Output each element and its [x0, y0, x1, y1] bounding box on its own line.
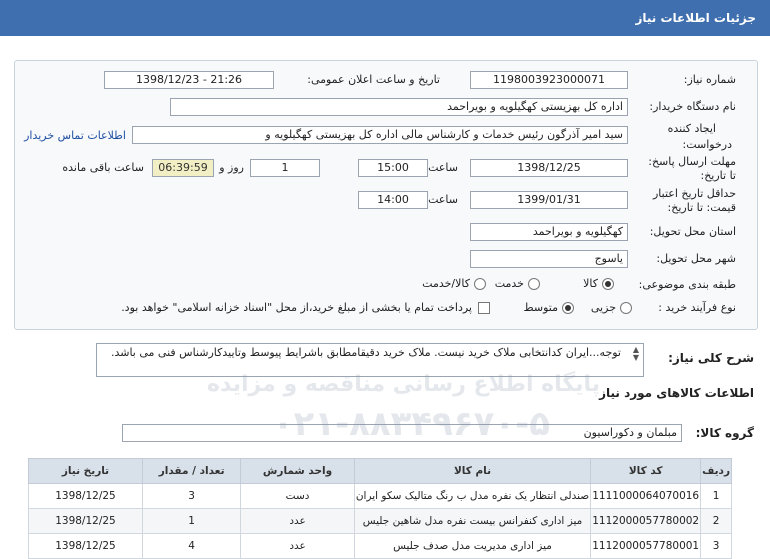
creator-field: سید امیر آذرگون رئیس خدمات و کارشناس مال… [132, 126, 628, 144]
cell-need-date: 1398/12/25 [28, 508, 143, 534]
goods-table: ردیف کد کالا نام کالا واحد شمارش تعداد /… [28, 458, 732, 559]
category-label: طبقه بندی موضوعی: [638, 278, 736, 291]
category-both-label: کالا/خدمت [422, 277, 470, 290]
cell-item-code: 1111000064070016 [590, 483, 702, 509]
col-item-code: کد کالا [590, 458, 702, 484]
cell-need-date: 1398/12/25 [28, 483, 143, 509]
city-label: شهر محل تحویل: [656, 252, 736, 265]
validity-date-field: 1399/01/31 [470, 191, 628, 209]
treasury-checkbox[interactable] [478, 302, 490, 314]
goods-table-header: ردیف کد کالا نام کالا واحد شمارش تعداد /… [28, 458, 732, 484]
cell-row-number: 3 [700, 533, 732, 559]
cell-row-number: 2 [700, 508, 732, 534]
category-service-radio[interactable] [528, 278, 540, 290]
reply-time-label: ساعت [428, 161, 458, 174]
need-number-label: شماره نیاز: [683, 73, 736, 86]
goods-section-title: اطلاعات کالاهای مورد نیاز [599, 386, 754, 400]
category-goods-radio[interactable] [602, 278, 614, 290]
table-row: 3 1112000057780001 میز اداری مدیریت مدل … [28, 533, 732, 559]
announce-field: 1398/12/23 - 21:26 [104, 71, 274, 89]
cell-unit: عدد [240, 533, 355, 559]
description-text: توجه...ایران کدانتخابی ملاک خرید نیست. م… [110, 346, 621, 359]
col-item-name: نام کالا [353, 458, 592, 484]
category-service-label: خدمت [494, 277, 524, 290]
page-header: جزئیات اطلاعات نیاز [0, 0, 770, 36]
category-goods-label: کالا [583, 277, 598, 290]
reply-deadline-label-2: تا تاریخ: [700, 169, 736, 182]
reply-deadline-label: مهلت ارسال پاسخ: [648, 155, 736, 168]
col-row-number: ردیف [700, 458, 732, 484]
cell-unit: دست [240, 483, 355, 509]
reply-date-field: 1398/12/25 [470, 159, 628, 177]
remaining-label: ساعت باقی مانده [62, 161, 144, 174]
table-row: 1 1111000064070016 صندلی انتظار یک نفره … [28, 483, 732, 509]
remaining-time-field: 06:39:59 [152, 159, 214, 177]
goods-group-label: گروه کالا: [695, 426, 754, 440]
cell-need-date: 1398/12/25 [28, 533, 143, 559]
buyer-field: اداره کل بهزیستی کهگیلویه و بویراحمد [170, 98, 628, 116]
col-need-date: تاریخ نیاز [28, 458, 143, 484]
validity-time-field: 14:00 [358, 191, 428, 209]
purchase-medium-radio[interactable] [562, 302, 574, 314]
col-quantity: تعداد / مقدار [141, 458, 242, 484]
cell-item-code: 1112000057780001 [590, 533, 702, 559]
province-label: استان محل تحویل: [649, 225, 736, 238]
cell-row-number: 1 [700, 483, 732, 509]
days-field: 1 [250, 159, 320, 177]
cell-quantity: 4 [141, 533, 242, 559]
purchase-type-label: نوع فرآیند خرید : [658, 301, 736, 314]
purchase-medium-label: متوسط [523, 301, 558, 314]
days-label: روز و [219, 161, 244, 174]
col-unit: واحد شمارش [240, 458, 355, 484]
page-title: جزئیات اطلاعات نیاز [635, 11, 756, 25]
need-number-field: 1198003923000071 [470, 71, 628, 89]
validity-label-2: قیمت: تا تاریخ: [667, 201, 736, 214]
scroll-arrows-icon[interactable]: ▲ ▼ [633, 346, 639, 362]
purchase-minor-radio[interactable] [620, 302, 632, 314]
creator-label: ایجاد کننده [667, 122, 716, 135]
description-textarea[interactable]: توجه...ایران کدانتخابی ملاک خرید نیست. م… [96, 343, 644, 377]
description-label: شرح کلی نیاز: [668, 351, 754, 365]
creator-label-2: درخواست: [682, 138, 732, 151]
announce-label: تاریخ و ساعت اعلان عمومی: [307, 73, 440, 86]
cell-item-name: میز اداری کنفرانس بیست نفره مدل شاهین جل… [353, 508, 592, 534]
cell-quantity: 3 [141, 483, 242, 509]
treasury-text: پرداخت تمام یا بخشی از مبلغ خرید،از محل … [121, 301, 472, 314]
table-row: 2 1112000057780002 میز اداری کنفرانس بیس… [28, 508, 732, 534]
validity-time-label: ساعت [428, 193, 458, 206]
cell-item-code: 1112000057780002 [590, 508, 702, 534]
cell-unit: عدد [240, 508, 355, 534]
goods-group-field: مبلمان و دکوراسیون [122, 424, 682, 442]
province-field: کهگیلویه و بویراحمد [470, 223, 628, 241]
category-both-radio[interactable] [474, 278, 486, 290]
validity-label: حداقل تاریخ اعتبار [652, 187, 736, 200]
reply-time-field: 15:00 [358, 159, 428, 177]
city-field: یاسوج [470, 250, 628, 268]
purchase-minor-label: جزیی [590, 301, 616, 314]
buyer-contact-link[interactable]: اطلاعات تماس خریدار [24, 129, 126, 142]
cell-item-name: صندلی انتظار یک نفره مدل ب رنگ متالیک سک… [353, 483, 592, 509]
cell-quantity: 1 [141, 508, 242, 534]
cell-item-name: میز اداری مدیریت مدل صدف جلیس [353, 533, 592, 559]
buyer-label: نام دستگاه خریدار: [649, 100, 736, 113]
